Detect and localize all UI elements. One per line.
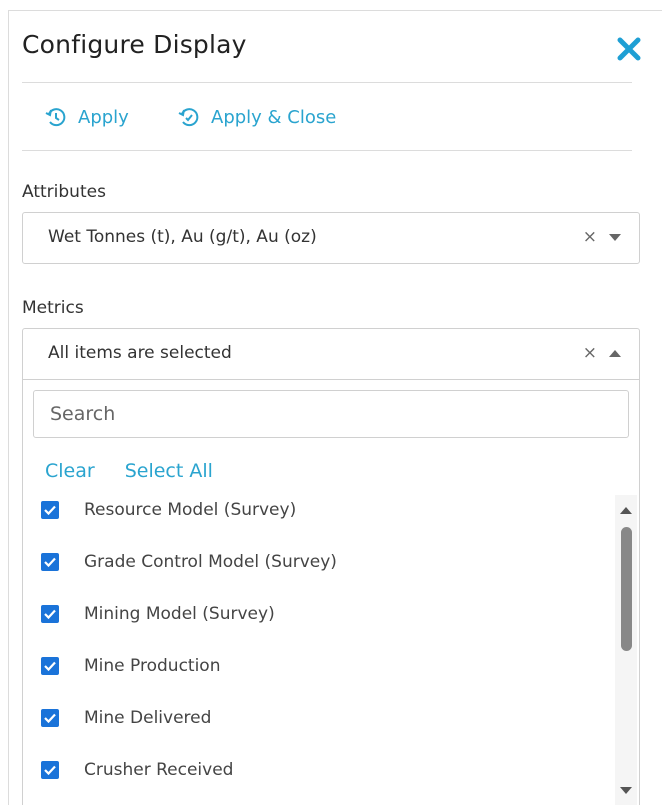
scroll-up-icon[interactable] <box>620 507 632 514</box>
bulk-actions: Clear Select All <box>45 460 213 482</box>
attributes-value: Wet Tonnes (t), Au (g/t), Au (oz) <box>48 227 317 247</box>
checkbox[interactable] <box>41 605 59 623</box>
checkmark-icon <box>44 713 56 724</box>
close-icon <box>617 37 641 61</box>
refresh-icon <box>45 108 66 127</box>
dialog-title: Configure Display <box>22 30 247 59</box>
list-item[interactable]: Crusher Received <box>41 755 233 785</box>
select-all-link[interactable]: Select All <box>125 460 213 482</box>
list-item[interactable]: Mining Model (Survey) <box>41 599 275 629</box>
list-item[interactable]: Mine Production <box>41 651 220 681</box>
refresh-icon <box>178 108 199 127</box>
list-item[interactable]: Mine Delivered <box>41 703 211 733</box>
list-item-label: Grade Control Model (Survey) <box>84 552 337 572</box>
checkmark-icon <box>44 765 56 776</box>
action-bar: Apply Apply & Close <box>22 90 632 151</box>
metrics-clear-button[interactable]: × <box>583 343 597 363</box>
chevron-down-icon[interactable] <box>609 234 621 241</box>
dialog-header: Configure Display <box>22 30 641 83</box>
attributes-clear-button[interactable]: × <box>583 227 597 247</box>
checkmark-icon <box>44 557 56 568</box>
close-button[interactable] <box>614 34 644 64</box>
checkbox[interactable] <box>41 501 59 519</box>
metrics-search-input[interactable] <box>33 390 629 438</box>
list-scrollbar[interactable] <box>615 495 637 805</box>
scroll-thumb[interactable] <box>621 527 632 651</box>
checkbox[interactable] <box>41 761 59 779</box>
checkbox[interactable] <box>41 657 59 675</box>
apply-label: Apply <box>78 106 129 128</box>
checkmark-icon <box>44 609 56 620</box>
apply-button[interactable]: Apply <box>44 104 129 130</box>
list-item-label: Mining Model (Survey) <box>84 604 275 624</box>
checkmark-icon <box>44 505 56 516</box>
list-item[interactable]: Grade Control Model (Survey) <box>41 547 337 577</box>
attributes-select[interactable]: Wet Tonnes (t), Au (g/t), Au (oz) × <box>22 212 640 264</box>
metrics-label: Metrics <box>22 298 84 318</box>
scroll-down-icon[interactable] <box>620 787 632 794</box>
attributes-label: Attributes <box>22 182 106 202</box>
list-item-label: Resource Model (Survey) <box>84 500 297 520</box>
list-item[interactable]: Resource Model (Survey) <box>41 495 296 525</box>
list-item-label: Mine Production <box>84 656 221 676</box>
apply-close-label: Apply & Close <box>211 106 337 128</box>
metrics-dropdown: Clear Select All Resource Model (Survey) … <box>22 380 640 805</box>
clear-link[interactable]: Clear <box>45 460 95 482</box>
metrics-value: All items are selected <box>48 343 232 363</box>
metrics-select[interactable]: All items are selected × <box>22 328 640 380</box>
metrics-list: Resource Model (Survey) Grade Control Mo… <box>23 495 613 805</box>
checkbox[interactable] <box>41 709 59 727</box>
chevron-up-icon[interactable] <box>609 350 621 357</box>
list-item-label: Crusher Received <box>84 760 234 780</box>
list-item-label: Mine Delivered <box>84 708 212 728</box>
checkmark-icon <box>44 661 56 672</box>
apply-close-button[interactable]: Apply & Close <box>177 104 336 130</box>
checkbox[interactable] <box>41 553 59 571</box>
